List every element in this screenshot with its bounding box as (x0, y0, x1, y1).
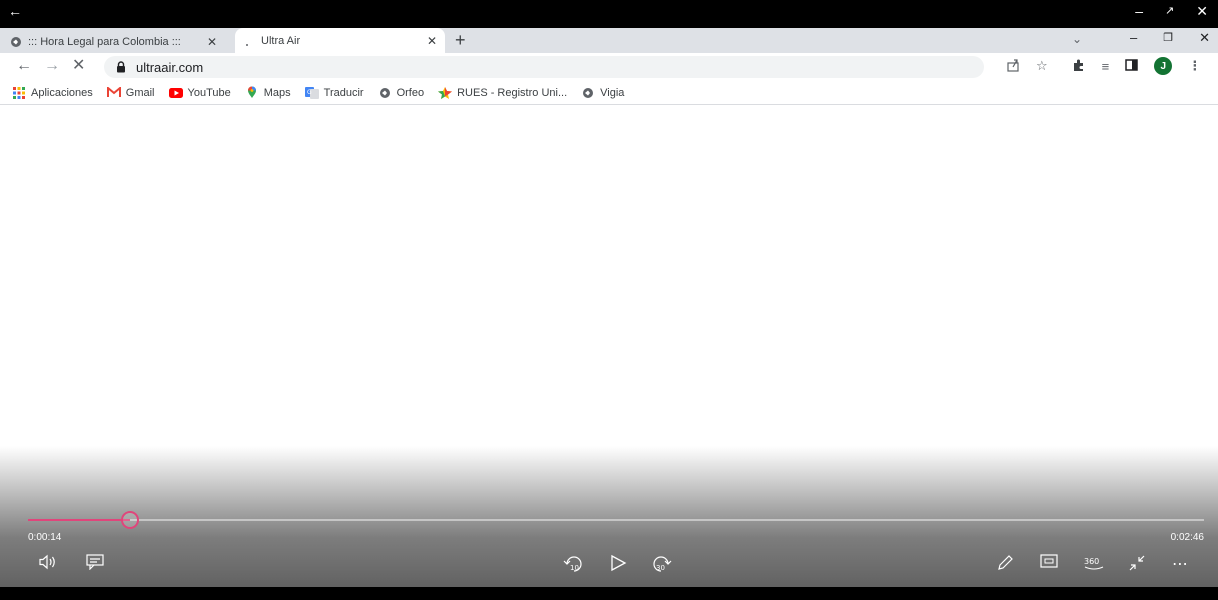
browser-window-controls: – ❐ ✕ (1130, 30, 1210, 46)
gmail-icon (106, 87, 121, 99)
rues-icon (438, 86, 453, 99)
side-panel-icon[interactable] (1125, 58, 1138, 74)
video-controls: 0:00:14 0:02:46 10 30 360 ⋯ (0, 446, 1218, 587)
bookmark-youtube[interactable]: YouTube (168, 86, 231, 99)
bookmark-vigia[interactable]: Vigia (581, 87, 624, 99)
bookmark-label: Gmail (125, 86, 155, 99)
more-options-icon[interactable]: ⋯ (1172, 554, 1190, 574)
mini-view-icon[interactable] (1040, 554, 1058, 568)
new-tab-plus-icon[interactable]: + (455, 31, 466, 49)
toolbar-actions: ☆ ≡ J ⋮ (1006, 57, 1201, 75)
view-360-label: 360 (1084, 557, 1099, 566)
bookmark-label: Traducir (323, 86, 364, 99)
reading-list-icon[interactable]: ≡ (1102, 59, 1110, 74)
bottom-bar (0, 587, 1218, 600)
apps-grid-icon (12, 86, 26, 99)
loading-icon (243, 35, 255, 47)
current-time: 0:00:14 (28, 532, 62, 543)
bookmark-label: Vigia (600, 86, 625, 99)
edit-pencil-icon[interactable] (996, 554, 1014, 572)
restore-icon[interactable]: ❐ (1163, 30, 1173, 46)
menu-kebab-icon[interactable]: ⋮ (1188, 58, 1201, 74)
tab-close-icon[interactable]: ✕ (425, 34, 439, 48)
seek-progress (28, 519, 131, 521)
forward-icon[interactable]: → (44, 57, 60, 75)
screen: ← – ↗ ✕ ::: Hora Legal para Colombia :::… (0, 0, 1218, 600)
seek-bar[interactable] (28, 511, 1204, 529)
svg-text:G: G (307, 89, 312, 96)
back-icon[interactable]: ← (16, 57, 32, 75)
bookmark-label: YouTube (187, 86, 231, 99)
profile-avatar[interactable]: J (1154, 57, 1173, 75)
tab-strip: ::: Hora Legal para Colombia ::: ✕ Ultra… (0, 28, 1218, 53)
tab-close-icon[interactable]: ✕ (205, 35, 219, 49)
youtube-icon (168, 87, 183, 99)
close-icon[interactable]: ✕ (1196, 3, 1208, 19)
address-bar[interactable]: ultraair.com (104, 56, 984, 78)
tab-hora-legal[interactable]: ::: Hora Legal para Colombia ::: ✕ (10, 31, 225, 53)
tab-title: ::: Hora Legal para Colombia ::: (28, 36, 181, 48)
tab-ultra-air[interactable]: Ultra Air ✕ (235, 28, 445, 53)
fullscreen-exit-icon[interactable]: ↗ (1165, 3, 1174, 19)
minimize-icon[interactable]: – (1135, 3, 1143, 19)
total-time: 0:02:46 (1170, 532, 1204, 543)
share-icon[interactable] (1006, 58, 1020, 75)
tab-title: Ultra Air (261, 34, 301, 47)
bookmark-label: Maps (263, 86, 291, 99)
stop-loading-icon[interactable]: ✕ (72, 57, 85, 75)
skip-back-label: 10 (570, 564, 579, 572)
view-360-icon[interactable]: 360 (1083, 554, 1105, 572)
extensions-puzzle-icon[interactable] (1072, 58, 1086, 75)
skip-forward-30-icon[interactable]: 30 (650, 554, 672, 574)
translate-icon: G (304, 86, 319, 99)
page-content (0, 106, 1218, 446)
player-title-bar: ← – ↗ ✕ (0, 0, 1218, 28)
bookmark-label: Orfeo (396, 86, 425, 99)
bookmark-star-icon[interactable]: ☆ (1036, 58, 1048, 74)
back-arrow-icon[interactable]: ← (8, 4, 22, 18)
globe-icon (378, 87, 392, 99)
maps-pin-icon (245, 86, 259, 99)
bookmark-orfeo[interactable]: Orfeo (378, 86, 425, 99)
minimize-icon[interactable]: – (1130, 30, 1137, 46)
player-window-controls: – ↗ ✕ (1135, 3, 1208, 19)
exit-fullscreen-icon[interactable] (1128, 554, 1146, 572)
close-icon[interactable]: ✕ (1199, 30, 1210, 46)
volume-icon[interactable] (38, 554, 58, 570)
browser-toolbar: ← → ✕ ultraair.com ☆ ≡ J ⋮ (0, 53, 1218, 81)
url-text: ultraair.com (136, 59, 204, 75)
bookmark-label: RUES - Registro Uni... (457, 86, 568, 99)
play-icon[interactable] (609, 554, 627, 572)
bookmark-label: Aplicaciones (31, 86, 93, 99)
seek-thumb[interactable] (121, 511, 140, 529)
bookmark-maps[interactable]: Maps (245, 86, 291, 99)
globe-icon (10, 36, 22, 48)
subtitles-icon[interactable] (86, 554, 104, 570)
skip-back-10-icon[interactable]: 10 (563, 554, 585, 574)
bookmark-traducir[interactable]: G Traducir (304, 86, 364, 99)
bookmarks-bar: Aplicaciones Gmail YouTube Maps G Traduc… (0, 81, 1218, 105)
globe-icon (581, 87, 595, 99)
tab-search-chevron-icon[interactable]: ⌄ (1072, 32, 1082, 46)
lock-icon[interactable] (116, 61, 126, 73)
bookmark-aplicaciones[interactable]: Aplicaciones (12, 86, 93, 99)
bookmark-rues[interactable]: RUES - Registro Uni... (438, 86, 568, 99)
bookmark-gmail[interactable]: Gmail (106, 86, 155, 99)
skip-forward-label: 30 (656, 564, 665, 572)
